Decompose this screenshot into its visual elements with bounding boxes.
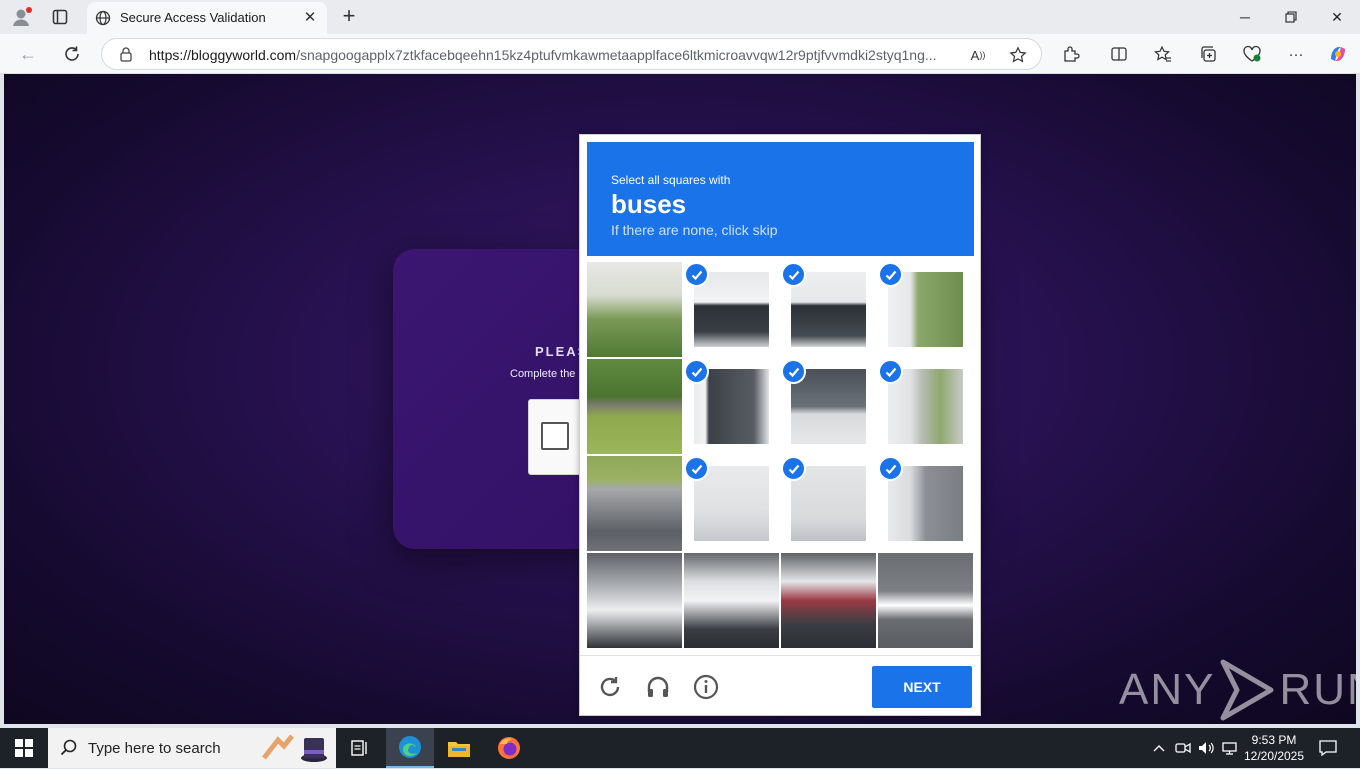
browser-toolbar: ← https://bloggyworld.com/snapgoogapplx7… bbox=[0, 34, 1360, 74]
globe-icon bbox=[92, 7, 114, 29]
check-icon bbox=[684, 262, 709, 287]
volume-icon[interactable] bbox=[1197, 728, 1217, 768]
reload-icon[interactable] bbox=[596, 673, 624, 701]
search-placeholder: Type here to search bbox=[88, 740, 221, 757]
tile-image bbox=[878, 553, 973, 648]
more-icon[interactable]: ··· bbox=[1285, 43, 1307, 65]
tab-title: Secure Access Validation bbox=[120, 10, 266, 25]
challenge-target: buses bbox=[611, 189, 687, 219]
challenge-footer: NEXT bbox=[580, 655, 980, 715]
grid-tile[interactable] bbox=[781, 553, 876, 648]
grid-tile[interactable] bbox=[587, 553, 682, 648]
window-close-icon[interactable]: ✕ bbox=[1314, 0, 1360, 34]
watermark-left: ANY bbox=[1119, 665, 1216, 714]
check-icon bbox=[684, 359, 709, 384]
favorite-star-icon[interactable] bbox=[1008, 45, 1028, 65]
check-icon bbox=[878, 456, 903, 481]
file-explorer-icon[interactable] bbox=[435, 728, 483, 768]
edge-taskbar-icon[interactable] bbox=[386, 728, 434, 768]
close-icon[interactable]: ✕ bbox=[301, 9, 319, 27]
search-highlight-icon bbox=[260, 732, 330, 769]
tile-image bbox=[587, 553, 682, 648]
grid-tile[interactable] bbox=[878, 262, 973, 357]
grid-tile[interactable] bbox=[684, 359, 779, 454]
performance-icon[interactable] bbox=[1241, 43, 1263, 65]
tab-actions-icon[interactable] bbox=[49, 6, 71, 28]
next-button[interactable]: NEXT bbox=[872, 666, 972, 708]
tile-image bbox=[684, 553, 779, 648]
grid-tile[interactable] bbox=[781, 262, 876, 357]
split-screen-icon[interactable] bbox=[1108, 43, 1130, 65]
new-tab-icon[interactable]: + bbox=[337, 5, 361, 29]
back-icon[interactable]: ← bbox=[14, 41, 42, 67]
clock-date: 12/20/2025 bbox=[1243, 749, 1305, 763]
task-view-icon[interactable] bbox=[336, 728, 384, 768]
windows-start-icon[interactable] bbox=[0, 728, 48, 768]
tab-secure-access[interactable]: Secure Access Validation ✕ bbox=[87, 2, 327, 34]
url-text[interactable]: https://bloggyworld.com/snapgoogapplx7zt… bbox=[149, 47, 959, 63]
challenge-instruction: Select all squares with bbox=[611, 173, 731, 187]
tile-image bbox=[587, 262, 682, 357]
notifications-icon[interactable] bbox=[1316, 728, 1340, 768]
check-icon bbox=[781, 262, 806, 287]
favorites-icon[interactable] bbox=[1152, 43, 1174, 65]
collections-icon[interactable] bbox=[1197, 43, 1219, 65]
grid-tile[interactable] bbox=[781, 456, 876, 551]
profile-icon[interactable] bbox=[10, 6, 32, 28]
check-icon bbox=[684, 456, 709, 481]
lock-icon[interactable] bbox=[118, 46, 134, 62]
grid-tile[interactable] bbox=[684, 553, 779, 648]
read-aloud-icon[interactable]: A)) bbox=[968, 45, 988, 65]
tile-image bbox=[587, 456, 682, 551]
image-grid bbox=[587, 262, 974, 649]
address-bar[interactable]: https://bloggyworld.com/snapgoogapplx7zt… bbox=[101, 38, 1042, 70]
info-icon[interactable] bbox=[692, 673, 720, 701]
headphones-icon[interactable] bbox=[644, 673, 672, 701]
tray-chevron-icon[interactable] bbox=[1150, 728, 1168, 768]
meet-now-icon[interactable] bbox=[1174, 728, 1192, 768]
challenge-header: Select all squares with buses If there a… bbox=[587, 142, 974, 256]
search-icon bbox=[60, 739, 78, 762]
minimize-icon[interactable]: ─ bbox=[1222, 0, 1268, 34]
grid-tile[interactable] bbox=[587, 359, 682, 454]
firefox-icon[interactable] bbox=[485, 728, 533, 768]
grid-tile[interactable] bbox=[878, 359, 973, 454]
tile-image bbox=[587, 359, 682, 454]
check-icon bbox=[878, 359, 903, 384]
grid-tile[interactable] bbox=[684, 262, 779, 357]
restore-icon[interactable] bbox=[1268, 0, 1314, 34]
tab-strip: Secure Access Validation ✕ + ─ ✕ bbox=[0, 0, 1360, 34]
refresh-icon[interactable] bbox=[58, 41, 86, 67]
url-path: /snapgoogapplx7ztkfacebqeehn15kz4ptufvmk… bbox=[296, 47, 937, 63]
card-subtitle: Complete the bbox=[510, 368, 576, 380]
grid-tile[interactable] bbox=[878, 553, 973, 648]
grid-tile[interactable] bbox=[684, 456, 779, 551]
anyrun-watermark: ANY RUN bbox=[1119, 658, 1356, 722]
check-icon bbox=[781, 359, 806, 384]
grid-tile[interactable] bbox=[781, 359, 876, 454]
challenge-skip-hint: If there are none, click skip bbox=[611, 222, 778, 238]
grid-tile[interactable] bbox=[878, 456, 973, 551]
play-logo-icon bbox=[1220, 659, 1274, 721]
captcha-challenge: Select all squares with buses If there a… bbox=[579, 134, 981, 716]
extensions-icon[interactable] bbox=[1060, 43, 1082, 65]
check-icon bbox=[878, 262, 903, 287]
grid-tile[interactable] bbox=[587, 262, 682, 357]
tile-image bbox=[781, 553, 876, 648]
taskbar-search[interactable]: Type here to search bbox=[48, 728, 336, 768]
copilot-icon[interactable] bbox=[1327, 43, 1349, 65]
clock-time: 9:53 PM bbox=[1251, 733, 1297, 747]
taskbar-clock[interactable]: 9:53 PM 12/20/2025 bbox=[1236, 732, 1312, 764]
url-host: https://bloggyworld.com bbox=[149, 47, 297, 63]
taskbar: Type here to search 9:53 PM 12/20/2025 bbox=[0, 728, 1360, 768]
grid-tile[interactable] bbox=[587, 456, 682, 551]
check-icon bbox=[781, 456, 806, 481]
watermark-right: RUN bbox=[1279, 665, 1356, 714]
captcha-checkbox[interactable] bbox=[541, 422, 569, 450]
